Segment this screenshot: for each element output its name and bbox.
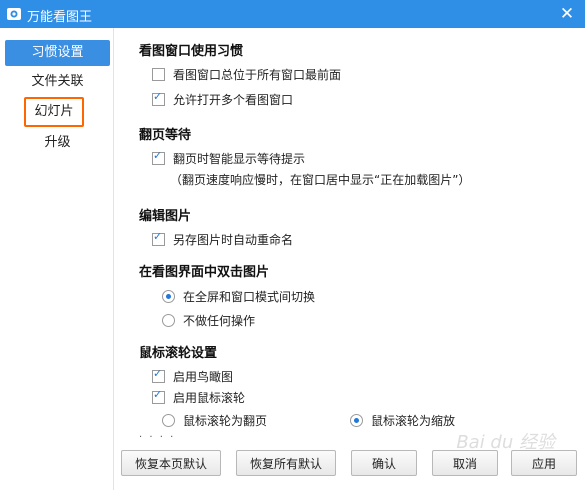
option-label: 允许打开多个看图窗口 [173, 92, 294, 107]
sidebar-item-upgrade[interactable]: 升级 [5, 130, 110, 156]
close-icon[interactable]: ✕ [557, 4, 577, 24]
radio-unselected[interactable] [162, 313, 175, 327]
radio-unselected[interactable] [162, 413, 175, 427]
restore-all-default-button[interactable]: 恢复所有默认 [236, 450, 336, 476]
section-title-habits: 看图窗口使用习惯 [139, 44, 244, 59]
checkbox-checked[interactable] [152, 230, 165, 246]
option-label: 在全屏和窗口模式间切换 [183, 289, 316, 304]
sidebar-item-slideshow[interactable]: 幻灯片 [24, 97, 84, 127]
section-title-wheel: 鼠标滚轮设置 [139, 346, 218, 361]
section-title-double-click: 在看图界面中双击图片 [139, 265, 270, 280]
option-label: 看图窗口总位于所有窗口最前面 [173, 67, 342, 82]
sidebar: 习惯设置 文件关联 幻灯片 升级 [0, 28, 114, 490]
watermark: Bai du 经验 [456, 432, 555, 453]
option-label: 启用鸟瞰图 [173, 369, 234, 384]
option-multiple-windows[interactable]: 允许打开多个看图窗口 [152, 90, 294, 107]
option-smart-wait-tip[interactable]: 翻页时智能显示等待提示 [152, 149, 306, 166]
option-toggle-fullscreen[interactable]: 在全屏和窗口模式间切换 [162, 288, 315, 304]
checkbox-checked[interactable] [152, 90, 165, 106]
window-title: 万能看图王 [27, 10, 93, 25]
option-enable-wheel[interactable]: 启用鼠标滚轮 [152, 388, 246, 405]
option-label: 翻页时智能显示等待提示 [173, 151, 306, 166]
option-label: 鼠标滚轮为缩放 [371, 413, 456, 428]
settings-panel: 看图窗口使用习惯 看图窗口总位于所有窗口最前面 允许打开多个看图窗口 翻页等待 … [114, 28, 585, 490]
checkbox-checked[interactable] [152, 388, 165, 404]
more-indicator: · · · · [139, 432, 176, 443]
sidebar-item-habits[interactable]: 习惯设置 [5, 40, 110, 66]
section-title-page-turn: 翻页等待 [139, 128, 192, 143]
option-do-nothing[interactable]: 不做任何操作 [162, 312, 255, 328]
option-wheel-page[interactable]: 鼠标滚轮为翻页 [162, 412, 267, 428]
title-bar: 万能看图王 ✕ [0, 0, 585, 28]
radio-selected[interactable] [162, 289, 175, 303]
checkbox-unchecked[interactable] [152, 67, 165, 81]
ok-button[interactable]: 确认 [351, 450, 417, 476]
option-wheel-zoom[interactable]: 鼠标滚轮为缩放 [350, 412, 455, 428]
restore-page-default-button[interactable]: 恢复本页默认 [121, 450, 221, 476]
page-turn-note: （翻页速度响应慢时，在窗口居中显示“正在加载图片”） [170, 173, 471, 187]
section-title-edit: 编辑图片 [139, 209, 192, 224]
option-label: 不做任何操作 [183, 313, 256, 328]
checkbox-checked[interactable] [152, 367, 165, 383]
option-label: 启用鼠标滚轮 [173, 390, 246, 405]
option-always-on-top[interactable]: 看图窗口总位于所有窗口最前面 [152, 66, 341, 82]
option-label: 鼠标滚轮为翻页 [183, 413, 268, 428]
checkbox-checked[interactable] [152, 149, 165, 165]
sidebar-item-file-association[interactable]: 文件关联 [5, 69, 110, 95]
option-label: 另存图片时自动重命名 [173, 232, 294, 247]
option-birds-eye[interactable]: 启用鸟瞰图 [152, 367, 234, 384]
app-logo-icon [7, 8, 21, 20]
radio-selected[interactable] [350, 413, 363, 427]
option-auto-rename[interactable]: 另存图片时自动重命名 [152, 230, 294, 247]
